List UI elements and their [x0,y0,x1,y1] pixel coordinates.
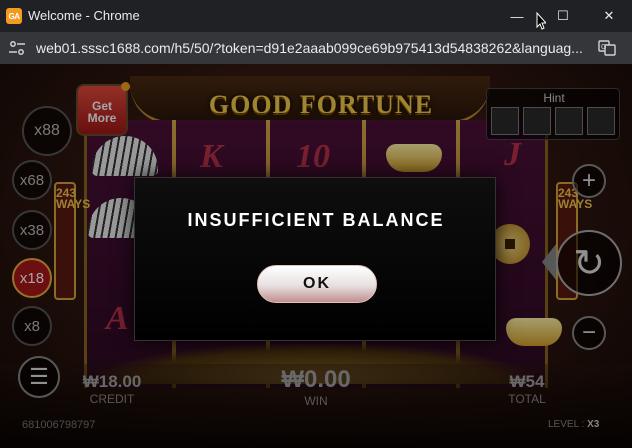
mouse-cursor-icon [536,12,546,30]
translate-icon[interactable]: G [598,40,616,56]
svg-text:G: G [601,44,606,51]
window-title: Welcome - Chrome [28,8,140,23]
url-field[interactable]: web01.sssc1688.com/h5/50/?token=d91e2aaa… [36,40,592,56]
game-area[interactable]: K 10 J A GOOD FORTUNE 243 WAYS 243 WAYS … [0,64,632,448]
minimize-button[interactable]: — [494,0,540,32]
dialog-message: INSUFFICIENT BALANCE [187,210,445,230]
title-bar: GA Welcome - Chrome — ☐ ✕ [0,0,632,32]
site-info-icon[interactable] [8,40,26,56]
browser-window: GA Welcome - Chrome — ☐ ✕ web01.sssc1688… [0,0,632,448]
insufficient-balance-dialog: INSUFFICIENT BALANCE OK [134,177,496,341]
close-button[interactable]: ✕ [586,0,632,32]
address-bar: web01.sssc1688.com/h5/50/?token=d91e2aaa… [0,32,632,64]
app-icon: GA [6,8,22,24]
maximize-button[interactable]: ☐ [540,0,586,32]
ok-button[interactable]: OK [257,265,377,303]
